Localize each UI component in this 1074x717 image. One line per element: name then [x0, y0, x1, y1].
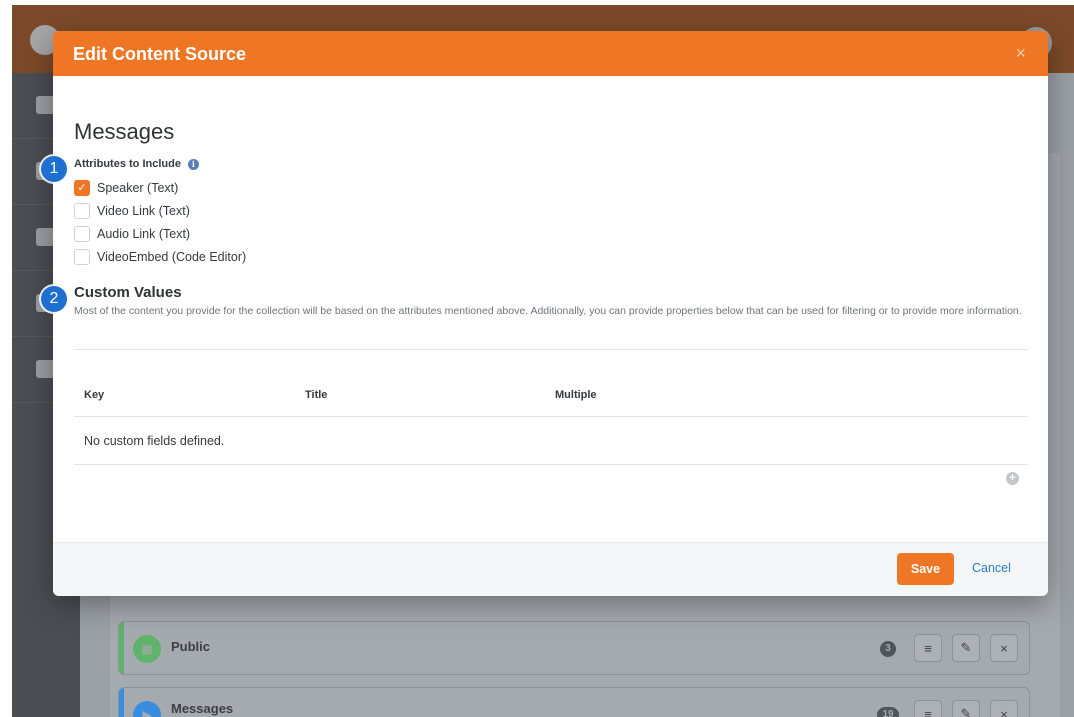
- add-row-icon[interactable]: +: [1006, 472, 1019, 485]
- modal-header: Edit Content Source ×: [53, 31, 1048, 76]
- table-header-row: Key Title Multiple: [74, 377, 1028, 417]
- video-icon: ▶: [133, 701, 161, 717]
- info-icon[interactable]: i: [187, 158, 199, 170]
- cancel-link[interactable]: Cancel: [972, 561, 1011, 575]
- attributes-label: Attributes to Include i: [74, 158, 199, 170]
- row-accent: [119, 622, 124, 674]
- menu-icon: ≡: [914, 634, 942, 662]
- empty-message: No custom fields defined.: [84, 434, 225, 448]
- modal-title: Edit Content Source: [73, 44, 247, 64]
- delete-icon: ×: [990, 634, 1018, 662]
- column-header-key[interactable]: Key: [84, 389, 104, 401]
- count-badge: 19: [877, 707, 899, 717]
- attribute-option-video-link[interactable]: Video Link (Text): [74, 199, 246, 222]
- checkbox-speaker[interactable]: ✓: [74, 179, 90, 196]
- edit-content-source-modal: Edit Content Source × Messages Attribute…: [53, 31, 1048, 596]
- section-divider: [74, 349, 1028, 350]
- table-empty-row: No custom fields defined.: [74, 417, 1028, 465]
- attributes-label-text: Attributes to Include: [74, 158, 181, 170]
- attribute-option-video-embed[interactable]: VideoEmbed (Code Editor): [74, 245, 246, 268]
- content-source-name: Messages: [74, 119, 175, 144]
- attribute-option-speaker[interactable]: ✓ Speaker (Text): [74, 176, 246, 199]
- checkbox-label: Audio Link (Text): [97, 226, 191, 241]
- custom-values-description: Most of the content you provide for the …: [74, 305, 1022, 317]
- custom-values-table: Key Title Multiple No custom fields defi…: [74, 377, 1028, 465]
- delete-icon: ×: [990, 700, 1018, 717]
- content-channel-row: ▦ Public 3 ≡ ✎ ×: [118, 621, 1030, 675]
- callout-badge-1: 1: [41, 156, 67, 182]
- row-accent: [119, 688, 124, 717]
- column-header-multiple[interactable]: Multiple: [555, 389, 597, 401]
- pencil-icon: ✎: [952, 700, 980, 717]
- pencil-icon: ✎: [952, 634, 980, 662]
- column-header-title[interactable]: Title: [305, 389, 327, 401]
- modal-footer: Save Cancel: [53, 542, 1048, 596]
- close-icon[interactable]: ×: [1015, 44, 1026, 62]
- save-button[interactable]: Save: [897, 553, 954, 585]
- row-label: Messages: [171, 701, 234, 716]
- callout-badge-2: 2: [41, 286, 67, 312]
- checkbox-label: Speaker (Text): [97, 180, 179, 195]
- checkbox-audio-link[interactable]: [74, 225, 90, 242]
- custom-values-heading: Custom Values: [74, 284, 182, 301]
- attribute-option-audio-link[interactable]: Audio Link (Text): [74, 222, 246, 245]
- count-badge: 3: [880, 641, 896, 657]
- checkbox-label: VideoEmbed (Code Editor): [97, 249, 247, 264]
- content-channel-row: ▶ Messages 19 ≡ ✎ ×: [118, 687, 1030, 717]
- row-label: Public: [171, 639, 211, 654]
- calendar-icon: ▦: [133, 635, 161, 663]
- menu-icon: ≡: [914, 700, 942, 717]
- checkbox-video-link[interactable]: [74, 202, 90, 219]
- checkbox-video-embed[interactable]: [74, 248, 90, 265]
- checkbox-label: Video Link (Text): [97, 203, 190, 218]
- attributes-checkbox-list: ✓ Speaker (Text) Video Link (Text) Audio…: [74, 176, 246, 268]
